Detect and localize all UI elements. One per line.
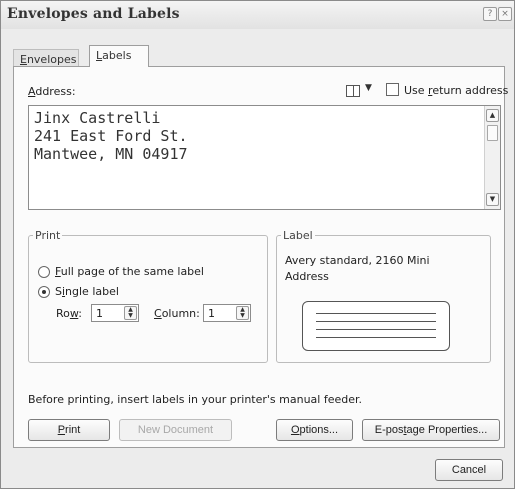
cancel-button[interactable]: Cancel [435, 459, 503, 481]
address-textarea[interactable]: Jinx Castrelli 241 East Ford St. Mantwee, … [28, 105, 501, 210]
close-icon[interactable]: × [498, 7, 512, 21]
label-group-title: Label [281, 229, 315, 242]
label-product-name: Avery standard, 2160 Mini [285, 254, 430, 267]
column-label: Column: [154, 307, 200, 320]
scroll-down-icon[interactable]: ▼ [486, 193, 499, 206]
tab-envelopes[interactable]: Envelopes [13, 49, 79, 66]
column-stepper[interactable]: 1 ▲ ▼ [203, 304, 251, 322]
address-line: Jinx Castrelli [34, 109, 161, 127]
column-value: 1 [208, 307, 215, 320]
help-icon[interactable]: ? [483, 7, 497, 21]
address-book-icon[interactable] [346, 85, 360, 97]
envelopes-labels-dialog: Envelopes and Labels ? × Envelopes Label… [0, 0, 515, 489]
print-group: Print [28, 229, 268, 363]
label-preview-icon[interactable] [302, 301, 450, 351]
window-title: Envelopes and Labels [7, 6, 180, 22]
full-page-label[interactable]: Full page of the same label [55, 265, 204, 278]
address-label: Address: [28, 85, 76, 98]
single-label-label[interactable]: Single label [55, 285, 119, 298]
chevron-down-icon[interactable]: ▼ [365, 83, 372, 93]
address-line: 241 East Ford St. [34, 127, 188, 145]
label-product-type: Address [285, 270, 329, 283]
print-button[interactable]: Print [28, 419, 110, 441]
address-text: Jinx Castrelli 241 East Ford St. Mantwee, … [34, 109, 188, 163]
row-spin-icon[interactable]: ▲ ▼ [124, 306, 137, 320]
scroll-up-icon[interactable]: ▲ [486, 109, 499, 122]
row-label: Row: [56, 307, 83, 320]
full-page-radio[interactable] [38, 266, 50, 278]
epostage-properties-button[interactable]: E-postage Properties... [362, 419, 500, 441]
scroll-thumb[interactable] [487, 125, 498, 141]
single-label-radio[interactable] [38, 286, 50, 298]
vertical-scrollbar[interactable]: ▲ ▼ [484, 106, 500, 209]
title-bar: Envelopes and Labels ? × [1, 1, 514, 29]
row-stepper[interactable]: 1 ▲ ▼ [91, 304, 139, 322]
tab-labels[interactable]: Labels [89, 45, 149, 67]
row-value: 1 [96, 307, 103, 320]
print-group-title: Print [33, 229, 63, 242]
address-line: Mantwee, MN 04917 [34, 145, 188, 163]
use-return-address-label[interactable]: Use return address [404, 84, 508, 97]
feeder-notice: Before printing, insert labels in your p… [28, 393, 363, 406]
new-document-button[interactable]: New Document [119, 419, 232, 441]
column-spin-icon[interactable]: ▲ ▼ [236, 306, 249, 320]
use-return-address-checkbox[interactable] [386, 83, 399, 96]
options-button[interactable]: Options... [276, 419, 353, 441]
